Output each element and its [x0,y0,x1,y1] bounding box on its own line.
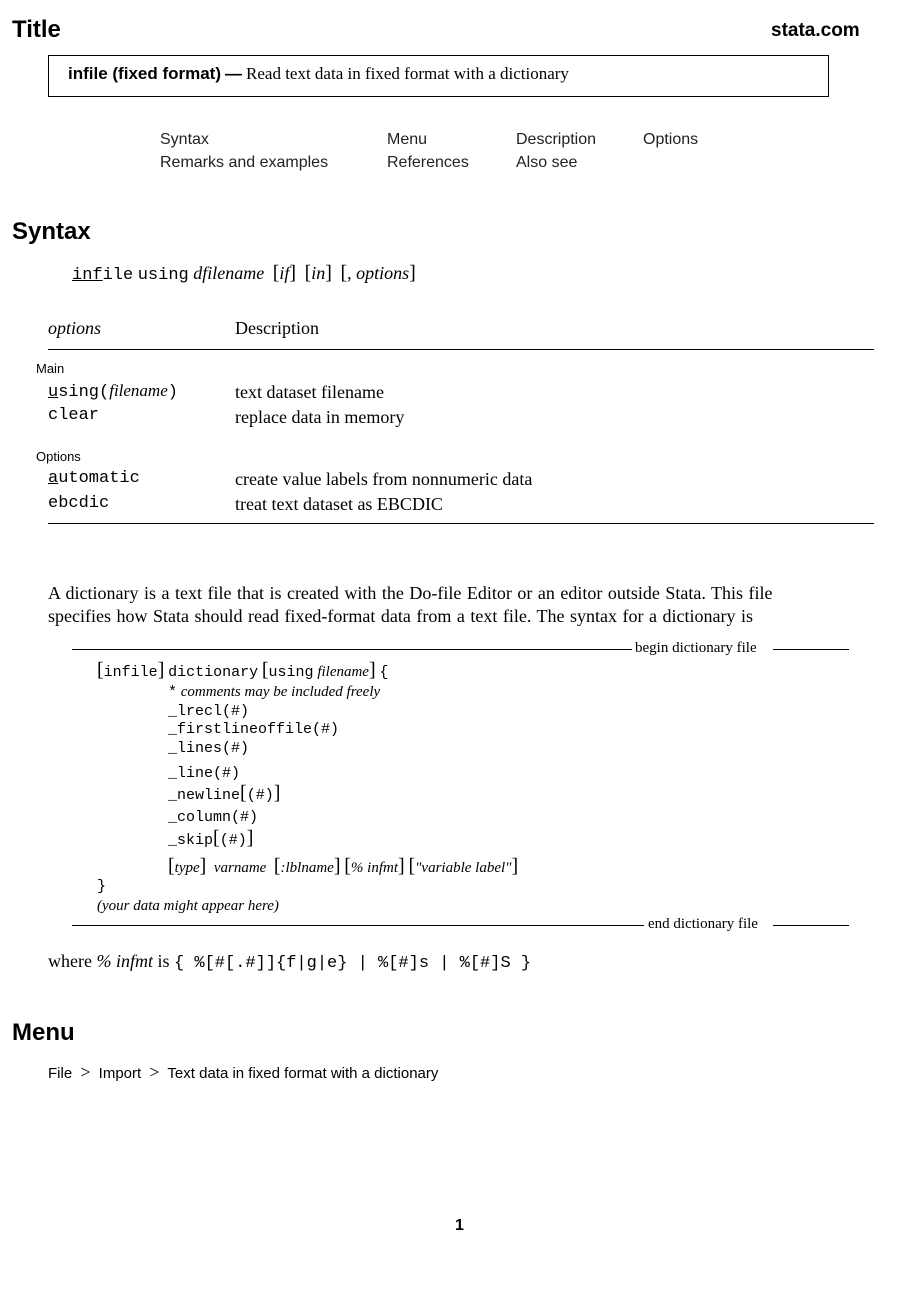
menu-separator-icon: > [80,1062,91,1082]
paragraph-line-1: A dictionary is a text file that is crea… [48,583,773,603]
option-automatic-description: create value labels from nonnumeric data [235,469,533,489]
option-ebcdic-description: treat text dataset as EBCDIC [235,494,443,514]
data-note: (your data might appear here) [97,898,279,914]
paragraph-line-2: specifies how Stata should read fixed-fo… [48,606,753,626]
end-rule-right [773,925,849,926]
nav-link-description[interactable]: Description [516,131,596,149]
dictionary-comment: * comments may be included freely [168,684,381,701]
nav-link-remarks[interactable]: Remarks and examples [160,154,328,172]
site-name: stata.com [771,20,860,41]
option-clear-description: replace data in memory [235,407,405,427]
begin-dictionary-label: begin dictionary file [635,640,757,656]
nav-link-also-see[interactable]: Also see [516,154,577,172]
directive-lines: _lines(#) [168,740,250,757]
table-footer-rule [48,523,874,524]
command-description: Read text data in fixed format with a di… [246,64,569,83]
directive-column: _column(#) [168,809,259,826]
nav-link-menu[interactable]: Menu [387,131,427,149]
syntax-dfilename: dfilename [193,263,265,283]
directive-lrecl: _lrecl(#) [168,703,250,720]
syntax-in: in [311,263,326,283]
title-line: infile (fixed format) — Read text data i… [68,64,569,84]
nav-link-references[interactable]: References [387,154,469,172]
where-line: where % infmt is { %[#[.#]]{f|g|e} | %[#… [48,951,532,973]
group-label-main: Main [36,361,65,376]
nav-link-syntax[interactable]: Syntax [160,131,209,149]
nav-link-options[interactable]: Options [643,131,698,149]
syntax-if: if [279,263,290,283]
menu-path: File > Import > Text data in fixed forma… [48,1062,438,1083]
option-clear: clear [48,406,100,425]
menu-separator-icon: > [149,1062,160,1082]
syntax-comma: , [347,263,352,283]
options-col-header: options [48,318,102,338]
directive-newline: _newline[(#)] [168,782,281,804]
directive-line: _line(#) [168,765,241,782]
cmd-abbrev: inf [72,266,103,285]
dictionary-header-line: [infile] dictionary [using filename] { [97,659,389,681]
dictionary-brace-close: } [97,878,107,895]
menu-path-file[interactable]: File [48,1065,72,1082]
option-ebcdic: ebcdic [48,494,110,513]
cmd-rest: ile [102,266,134,285]
command-name: infile (fixed format) [68,64,222,83]
page-number: 1 [455,1217,464,1234]
syntax-options: options [356,263,410,283]
option-automatic: automatic [48,469,140,488]
group-label-options: Options [36,449,81,464]
description-col-header: Description [235,318,319,338]
table-header-rule [48,349,874,350]
menu-path-text-fixed[interactable]: Text data in fixed format with a diction… [167,1065,438,1082]
end-rule-left [72,925,644,926]
syntax-heading: Syntax [12,218,91,245]
option-using: using(filename) [48,381,178,402]
section-title: Title [12,16,61,43]
begin-rule-right [773,649,849,650]
option-using-description: text dataset filename [235,382,384,402]
menu-path-import[interactable]: Import [99,1065,142,1082]
syntax-using: using [137,266,189,285]
end-dictionary-label: end dictionary file [648,916,758,932]
infmt-formula: { %[#[.#]]{f|g|e} | %[#]s | %[#]S } [174,954,532,973]
directive-skip: _skip[(#)] [168,827,254,849]
title-dash: — [225,64,243,83]
directive-firstlineoffile: _firstlineoffile(#) [168,721,340,738]
begin-rule-left [72,649,632,650]
syntax-line: infile using dfilename [if] [in] [, opti… [72,262,416,285]
variable-spec-line: [type] varname [:lblname] [% infmt] ["va… [168,855,519,877]
menu-heading: Menu [12,1019,75,1046]
